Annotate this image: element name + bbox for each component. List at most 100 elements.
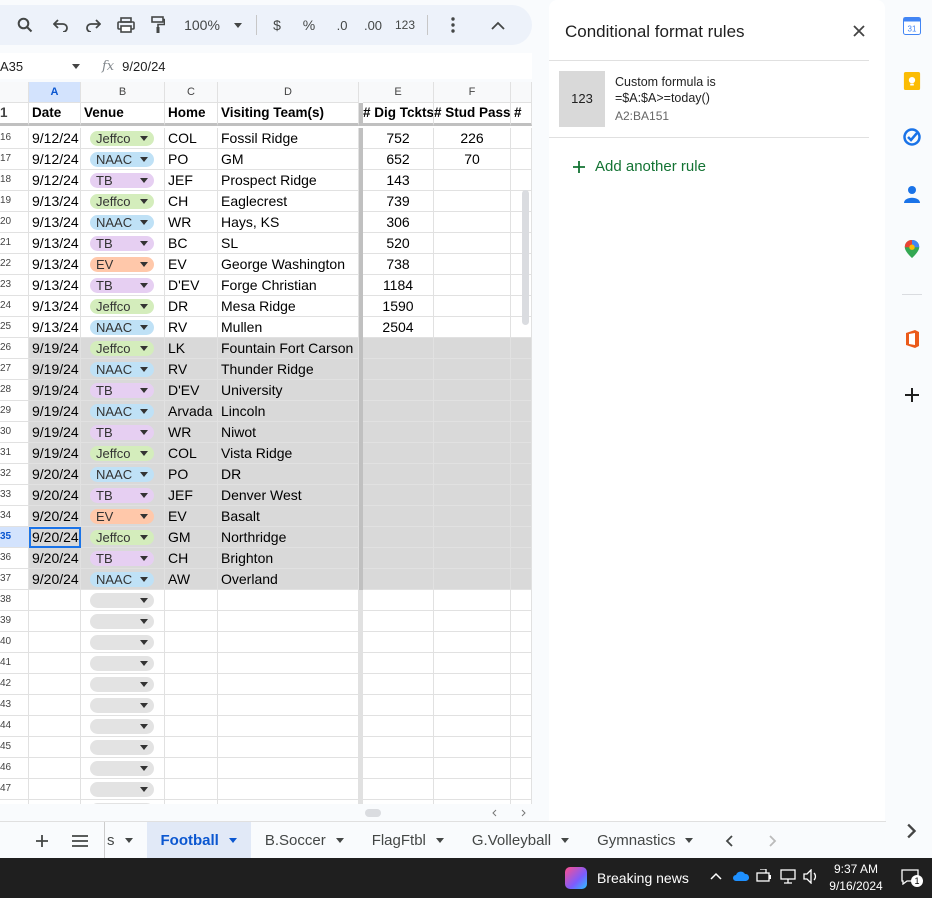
venue-dropdown-chip[interactable]: [90, 656, 154, 671]
row-number[interactable]: 17: [0, 149, 29, 170]
cell-stud-pass[interactable]: [434, 800, 511, 804]
cell-dig-tickets[interactable]: 652: [363, 149, 434, 170]
header-venue[interactable]: Venue: [81, 103, 165, 126]
cell-home[interactable]: BC: [165, 233, 218, 254]
row-number[interactable]: 22: [0, 254, 29, 275]
cell-home[interactable]: [165, 716, 218, 737]
cell-visiting-team[interactable]: Forge Christian: [218, 275, 359, 296]
cell-home[interactable]: Arvada: [165, 401, 218, 422]
row-number[interactable]: 21: [0, 233, 29, 254]
cell-home[interactable]: [165, 653, 218, 674]
venue-dropdown-chip[interactable]: [90, 740, 154, 755]
venue-dropdown-chip[interactable]: [90, 593, 154, 608]
column-header-c[interactable]: C: [165, 82, 218, 103]
venue-dropdown-chip[interactable]: Jeffco: [90, 131, 154, 146]
cell-venue[interactable]: NAAC: [81, 149, 165, 170]
cell-visiting-team[interactable]: DR: [218, 464, 359, 485]
cell-venue[interactable]: NAAC: [81, 359, 165, 380]
cell-g[interactable]: [511, 170, 532, 191]
cell-visiting-team[interactable]: Fountain Fort Carson: [218, 338, 359, 359]
cell-stud-pass[interactable]: [434, 653, 511, 674]
venue-dropdown-chip[interactable]: TB: [90, 488, 154, 503]
cell-g[interactable]: [511, 716, 532, 737]
cell-dig-tickets[interactable]: 738: [363, 254, 434, 275]
cell-stud-pass[interactable]: [434, 275, 511, 296]
cell-date[interactable]: 9/13/24: [29, 212, 81, 233]
header-visiting-teams[interactable]: Visiting Team(s): [218, 103, 359, 126]
venue-dropdown-chip[interactable]: TB: [90, 278, 154, 293]
cell-dig-tickets[interactable]: [363, 464, 434, 485]
venue-dropdown-chip[interactable]: TB: [90, 236, 154, 251]
print-icon[interactable]: [114, 5, 138, 45]
cell-g[interactable]: [511, 380, 532, 401]
column-header-b[interactable]: B: [81, 82, 165, 103]
notifications-icon[interactable]: 1: [901, 869, 923, 887]
cell-date[interactable]: 9/13/24: [29, 191, 81, 212]
cell-venue[interactable]: Jeffco: [81, 296, 165, 317]
venue-dropdown-chip[interactable]: Jeffco: [90, 194, 154, 209]
cell-dig-tickets[interactable]: 1590: [363, 296, 434, 317]
more-formats-button[interactable]: 123: [391, 5, 419, 45]
cell-home[interactable]: RV: [165, 359, 218, 380]
cell-home[interactable]: WR: [165, 212, 218, 233]
cell-venue[interactable]: TB: [81, 275, 165, 296]
venue-dropdown-chip[interactable]: Jeffco: [90, 341, 154, 356]
cell-visiting-team[interactable]: GM: [218, 149, 359, 170]
cell-date[interactable]: 9/12/24: [29, 170, 81, 191]
cell-visiting-team[interactable]: Overland: [218, 569, 359, 590]
cell-date[interactable]: [29, 632, 81, 653]
cell-home[interactable]: [165, 758, 218, 779]
cell-dig-tickets[interactable]: [363, 590, 434, 611]
cell-g[interactable]: [511, 737, 532, 758]
redo-icon[interactable]: [72, 5, 114, 45]
cell-dig-tickets[interactable]: [363, 695, 434, 716]
cell-date[interactable]: [29, 590, 81, 611]
cell-g[interactable]: [511, 758, 532, 779]
cell-g[interactable]: [511, 422, 532, 443]
row-number[interactable]: 40: [0, 632, 29, 653]
cell-g[interactable]: [511, 653, 532, 674]
row-number[interactable]: 39: [0, 611, 29, 632]
cell-dig-tickets[interactable]: [363, 737, 434, 758]
cell-date[interactable]: 9/19/24: [29, 422, 81, 443]
venue-dropdown-chip[interactable]: NAAC: [90, 362, 154, 377]
cell-visiting-team[interactable]: [218, 716, 359, 737]
cell-visiting-team[interactable]: [218, 737, 359, 758]
cell-home[interactable]: [165, 695, 218, 716]
row-number[interactable]: 34: [0, 506, 29, 527]
cell-stud-pass[interactable]: [434, 611, 511, 632]
cell-dig-tickets[interactable]: [363, 779, 434, 800]
cell-date[interactable]: [29, 800, 81, 804]
calendar-icon[interactable]: 31: [903, 17, 921, 35]
cell-dig-tickets[interactable]: 2504: [363, 317, 434, 338]
scroll-tabs-left-button[interactable]: [707, 822, 751, 860]
cell-visiting-team[interactable]: Hays, KS: [218, 212, 359, 233]
chevron-up-icon[interactable]: [710, 872, 722, 880]
cell-g[interactable]: [511, 464, 532, 485]
row-number[interactable]: 18: [0, 170, 29, 191]
venue-dropdown-chip[interactable]: TB: [90, 551, 154, 566]
cell-stud-pass[interactable]: [434, 485, 511, 506]
row-number[interactable]: 31: [0, 443, 29, 464]
venue-dropdown-chip[interactable]: [90, 614, 154, 629]
cell-stud-pass[interactable]: [434, 170, 511, 191]
cell-venue[interactable]: [81, 779, 165, 800]
chevron-down-icon[interactable]: [228, 838, 237, 843]
undo-icon[interactable]: [50, 5, 72, 45]
cell-stud-pass[interactable]: [434, 422, 511, 443]
row-number[interactable]: 16: [0, 128, 29, 149]
cell-stud-pass[interactable]: [434, 506, 511, 527]
cell-g[interactable]: [511, 359, 532, 380]
cell-dig-tickets[interactable]: 739: [363, 191, 434, 212]
row-number[interactable]: 23: [0, 275, 29, 296]
cell-home[interactable]: COL: [165, 443, 218, 464]
cell-stud-pass[interactable]: [434, 569, 511, 590]
row-number[interactable]: 28: [0, 380, 29, 401]
cell-visiting-team[interactable]: Basalt: [218, 506, 359, 527]
cell-home[interactable]: DR: [165, 296, 218, 317]
row-number[interactable]: 30: [0, 422, 29, 443]
cell-venue[interactable]: [81, 653, 165, 674]
clock[interactable]: 9:37 AM 9/16/2024: [826, 861, 886, 895]
cell-date[interactable]: 9/20/24: [29, 527, 81, 548]
cell-home[interactable]: D'EV: [165, 275, 218, 296]
